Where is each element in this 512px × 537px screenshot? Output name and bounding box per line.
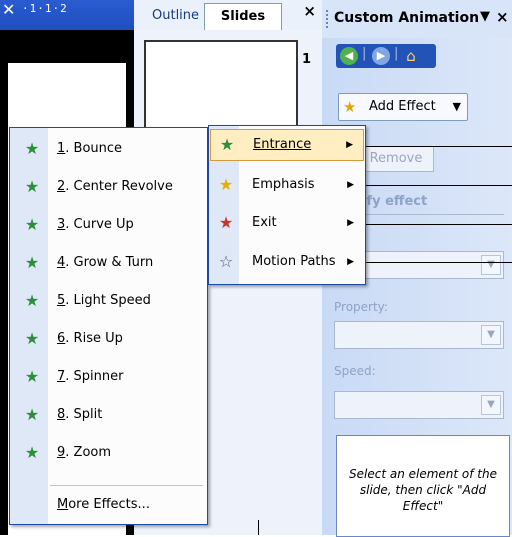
submenu-item-label: Motion Paths bbox=[252, 254, 336, 269]
more-effects-accelerator: M bbox=[57, 497, 69, 512]
entrance-star-icon: ★ bbox=[24, 405, 40, 424]
outline-slides-tabs: Outline Slides × bbox=[134, 0, 322, 31]
entrance-star-icon: ★ bbox=[24, 443, 40, 462]
ruler-marks: ·1·1·2 bbox=[22, 2, 68, 15]
effect-list-box[interactable]: Select an element of the slide, then cli… bbox=[336, 435, 510, 537]
menu-item-zoom[interactable]: ★ 9. Zoom bbox=[11, 434, 206, 472]
modify-effect-heading: ify effect bbox=[362, 194, 428, 209]
submenu-item-emphasis[interactable]: ★ Emphasis ▶ bbox=[210, 170, 364, 200]
tab-outline[interactable]: Outline bbox=[144, 3, 207, 29]
task-pane-close-button[interactable]: × bbox=[496, 8, 509, 26]
menu-item-label: . Spinner bbox=[65, 369, 124, 384]
star-red-icon: ★ bbox=[218, 213, 234, 232]
task-pane-title: Custom Animation bbox=[334, 10, 480, 26]
menu-item-bounce[interactable]: ★ 1. Bounce bbox=[11, 130, 206, 168]
menu-item-light-speed[interactable]: ★ 5. Light Speed bbox=[11, 282, 206, 320]
task-pane-header: Custom Animation ▼ × bbox=[322, 0, 512, 39]
menu-item-label: . Light Speed bbox=[65, 293, 151, 308]
menu-item-label: . Rise Up bbox=[65, 331, 123, 346]
submenu-item-motion-paths[interactable]: ☆ Motion Paths ▶ bbox=[210, 247, 364, 277]
property-dropdown[interactable]: ▼ bbox=[334, 321, 504, 349]
entrance-star-icon: ★ bbox=[24, 139, 40, 158]
home-icon[interactable]: ⌂ bbox=[402, 47, 420, 65]
entrance-star-icon: ★ bbox=[24, 329, 40, 348]
entrance-star-icon: ★ bbox=[24, 177, 40, 196]
entrance-star-icon: ★ bbox=[24, 367, 40, 386]
menu-item-rise-up[interactable]: ★ 6. Rise Up bbox=[11, 320, 206, 358]
star-outline-icon: ☆ bbox=[218, 252, 234, 271]
submenu-item-entrance[interactable]: ★ Entrance ▶ bbox=[210, 129, 364, 161]
menu-item-curve-up[interactable]: ★ 3. Curve Up bbox=[11, 206, 206, 244]
entrance-effects-menu: ★ 1. Bounce ★ 2. Center Revolve ★ 3. Cur… bbox=[9, 127, 208, 525]
submenu-item-label: Exit bbox=[252, 215, 277, 230]
ruler-tab-icon: ✕ bbox=[2, 0, 16, 19]
forward-icon[interactable]: ▶ bbox=[372, 47, 390, 65]
callout-line bbox=[352, 224, 512, 225]
add-effect-button[interactable]: ★ Add Effect ▼ bbox=[338, 93, 468, 121]
entrance-star-icon: ★ bbox=[24, 291, 40, 310]
speed-label: Speed: bbox=[334, 364, 376, 378]
callout-line bbox=[352, 146, 512, 147]
menu-item-center-revolve[interactable]: ★ 2. Center Revolve bbox=[11, 168, 206, 206]
callout-line bbox=[352, 185, 512, 186]
cursor-line bbox=[258, 520, 259, 535]
chevron-down-icon[interactable]: ▼ bbox=[481, 395, 501, 415]
star-yellow-icon: ★ bbox=[218, 175, 234, 194]
add-effect-star-icon: ★ bbox=[343, 98, 357, 116]
pane-close-button[interactable]: × bbox=[303, 2, 316, 20]
effect-list-hint: Select an element of the slide, then cli… bbox=[349, 467, 497, 513]
task-pane-navbar: ◀ | ▶ | ⌂ bbox=[336, 44, 436, 68]
menu-item-spinner[interactable]: ★ 7. Spinner bbox=[11, 358, 206, 396]
menu-item-label: . Bounce bbox=[65, 141, 123, 156]
nav-separator: | bbox=[362, 46, 367, 61]
back-icon[interactable]: ◀ bbox=[340, 47, 358, 65]
tab-slides[interactable]: Slides bbox=[204, 3, 282, 30]
submenu-arrow-icon: ▶ bbox=[347, 257, 354, 267]
menu-item-split[interactable]: ★ 8. Split bbox=[11, 396, 206, 434]
submenu-item-label: Entrance bbox=[253, 137, 312, 152]
submenu-item-exit[interactable]: ★ Exit ▶ bbox=[210, 208, 364, 238]
chevron-down-icon[interactable]: ▼ bbox=[481, 255, 501, 275]
remove-button[interactable]: Remove bbox=[358, 146, 434, 172]
entrance-star-icon: ★ bbox=[24, 253, 40, 272]
menu-item-grow-turn[interactable]: ★ 4. Grow & Turn bbox=[11, 244, 206, 282]
chevron-down-icon: ▼ bbox=[452, 100, 461, 113]
entrance-star-icon: ★ bbox=[24, 215, 40, 234]
submenu-arrow-icon: ▶ bbox=[347, 218, 354, 228]
menu-item-label: . Split bbox=[65, 407, 103, 422]
menu-item-label: . Zoom bbox=[65, 445, 112, 460]
callout-line bbox=[352, 262, 512, 263]
task-pane-body: ◀ | ▶ | ⌂ ★ Add Effect ▼ Remove ify effe… bbox=[322, 38, 512, 537]
horizontal-ruler: ✕ ·1·1·2 bbox=[0, 0, 134, 30]
speed-dropdown[interactable]: ▼ bbox=[334, 391, 504, 419]
star-green-icon: ★ bbox=[219, 135, 235, 154]
submenu-arrow-icon: ▶ bbox=[347, 180, 354, 190]
property-label: Property: bbox=[334, 300, 388, 314]
slide-number: 1 bbox=[302, 52, 312, 67]
chevron-down-icon[interactable]: ▼ bbox=[481, 325, 501, 345]
more-effects-label: ore Effects... bbox=[68, 497, 150, 512]
add-effect-submenu: ★ Entrance ▶ ★ Emphasis ▶ ★ Exit ▶ ☆ Mot… bbox=[208, 125, 366, 285]
submenu-arrow-icon: ▶ bbox=[346, 140, 353, 150]
menu-item-label: . Center Revolve bbox=[65, 179, 173, 194]
task-pane-grip[interactable] bbox=[326, 10, 330, 28]
menu-item-label: . Curve Up bbox=[65, 217, 134, 232]
nav-separator: | bbox=[394, 46, 399, 61]
submenu-item-label: Emphasis bbox=[252, 177, 315, 192]
add-effect-label: Add Effect bbox=[369, 99, 436, 114]
menu-item-more-effects[interactable]: More Effects... bbox=[11, 486, 206, 524]
menu-item-label: . Grow & Turn bbox=[65, 255, 154, 270]
task-pane-menu-caret-icon[interactable]: ▼ bbox=[480, 9, 490, 24]
